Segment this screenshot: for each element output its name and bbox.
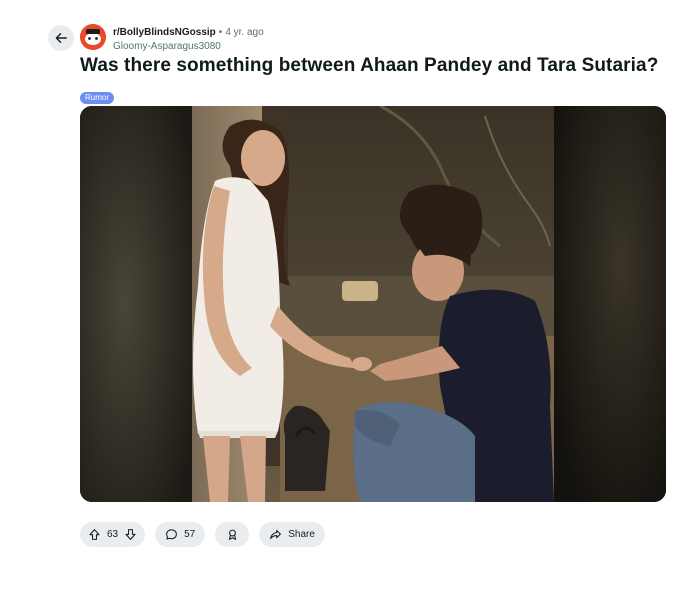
vote-control: 63: [80, 522, 146, 547]
post-age: 4 yr. ago: [225, 27, 264, 38]
share-label: Share: [288, 529, 315, 540]
post-meta: r/BollyBlindsNGossip • 4 yr. ago Gloomy-…: [113, 26, 264, 53]
subreddit-avatar[interactable]: [80, 24, 106, 50]
upvote-count: 63: [107, 529, 119, 540]
comments-button[interactable]: 57: [155, 522, 206, 547]
back-button[interactable]: [48, 25, 74, 51]
meta-separator: •: [218, 27, 223, 38]
post-flair[interactable]: Rumor: [80, 92, 115, 104]
arrow-up-icon[interactable]: [88, 528, 101, 541]
arrow-down-icon[interactable]: [124, 528, 137, 541]
post-image[interactable]: [80, 106, 666, 502]
subreddit-link[interactable]: r/BollyBlindsNGossip: [113, 26, 216, 39]
share-button[interactable]: Share: [259, 522, 325, 547]
comment-count: 57: [184, 529, 196, 540]
speech-bubble-icon: [165, 528, 178, 541]
post-action-bar: 63 57 Share: [80, 522, 325, 547]
share-arrow-icon: [269, 528, 282, 541]
photo-couple-proposal: [80, 106, 666, 502]
award-icon: [226, 528, 239, 541]
subreddit-logo-icon: [80, 24, 106, 50]
post-author[interactable]: Gloomy-Asparagus3080: [113, 40, 264, 53]
post-title: Was there something between Ahaan Pandey…: [80, 55, 659, 76]
award-button[interactable]: [215, 522, 250, 547]
arrow-left-icon: [54, 31, 68, 45]
